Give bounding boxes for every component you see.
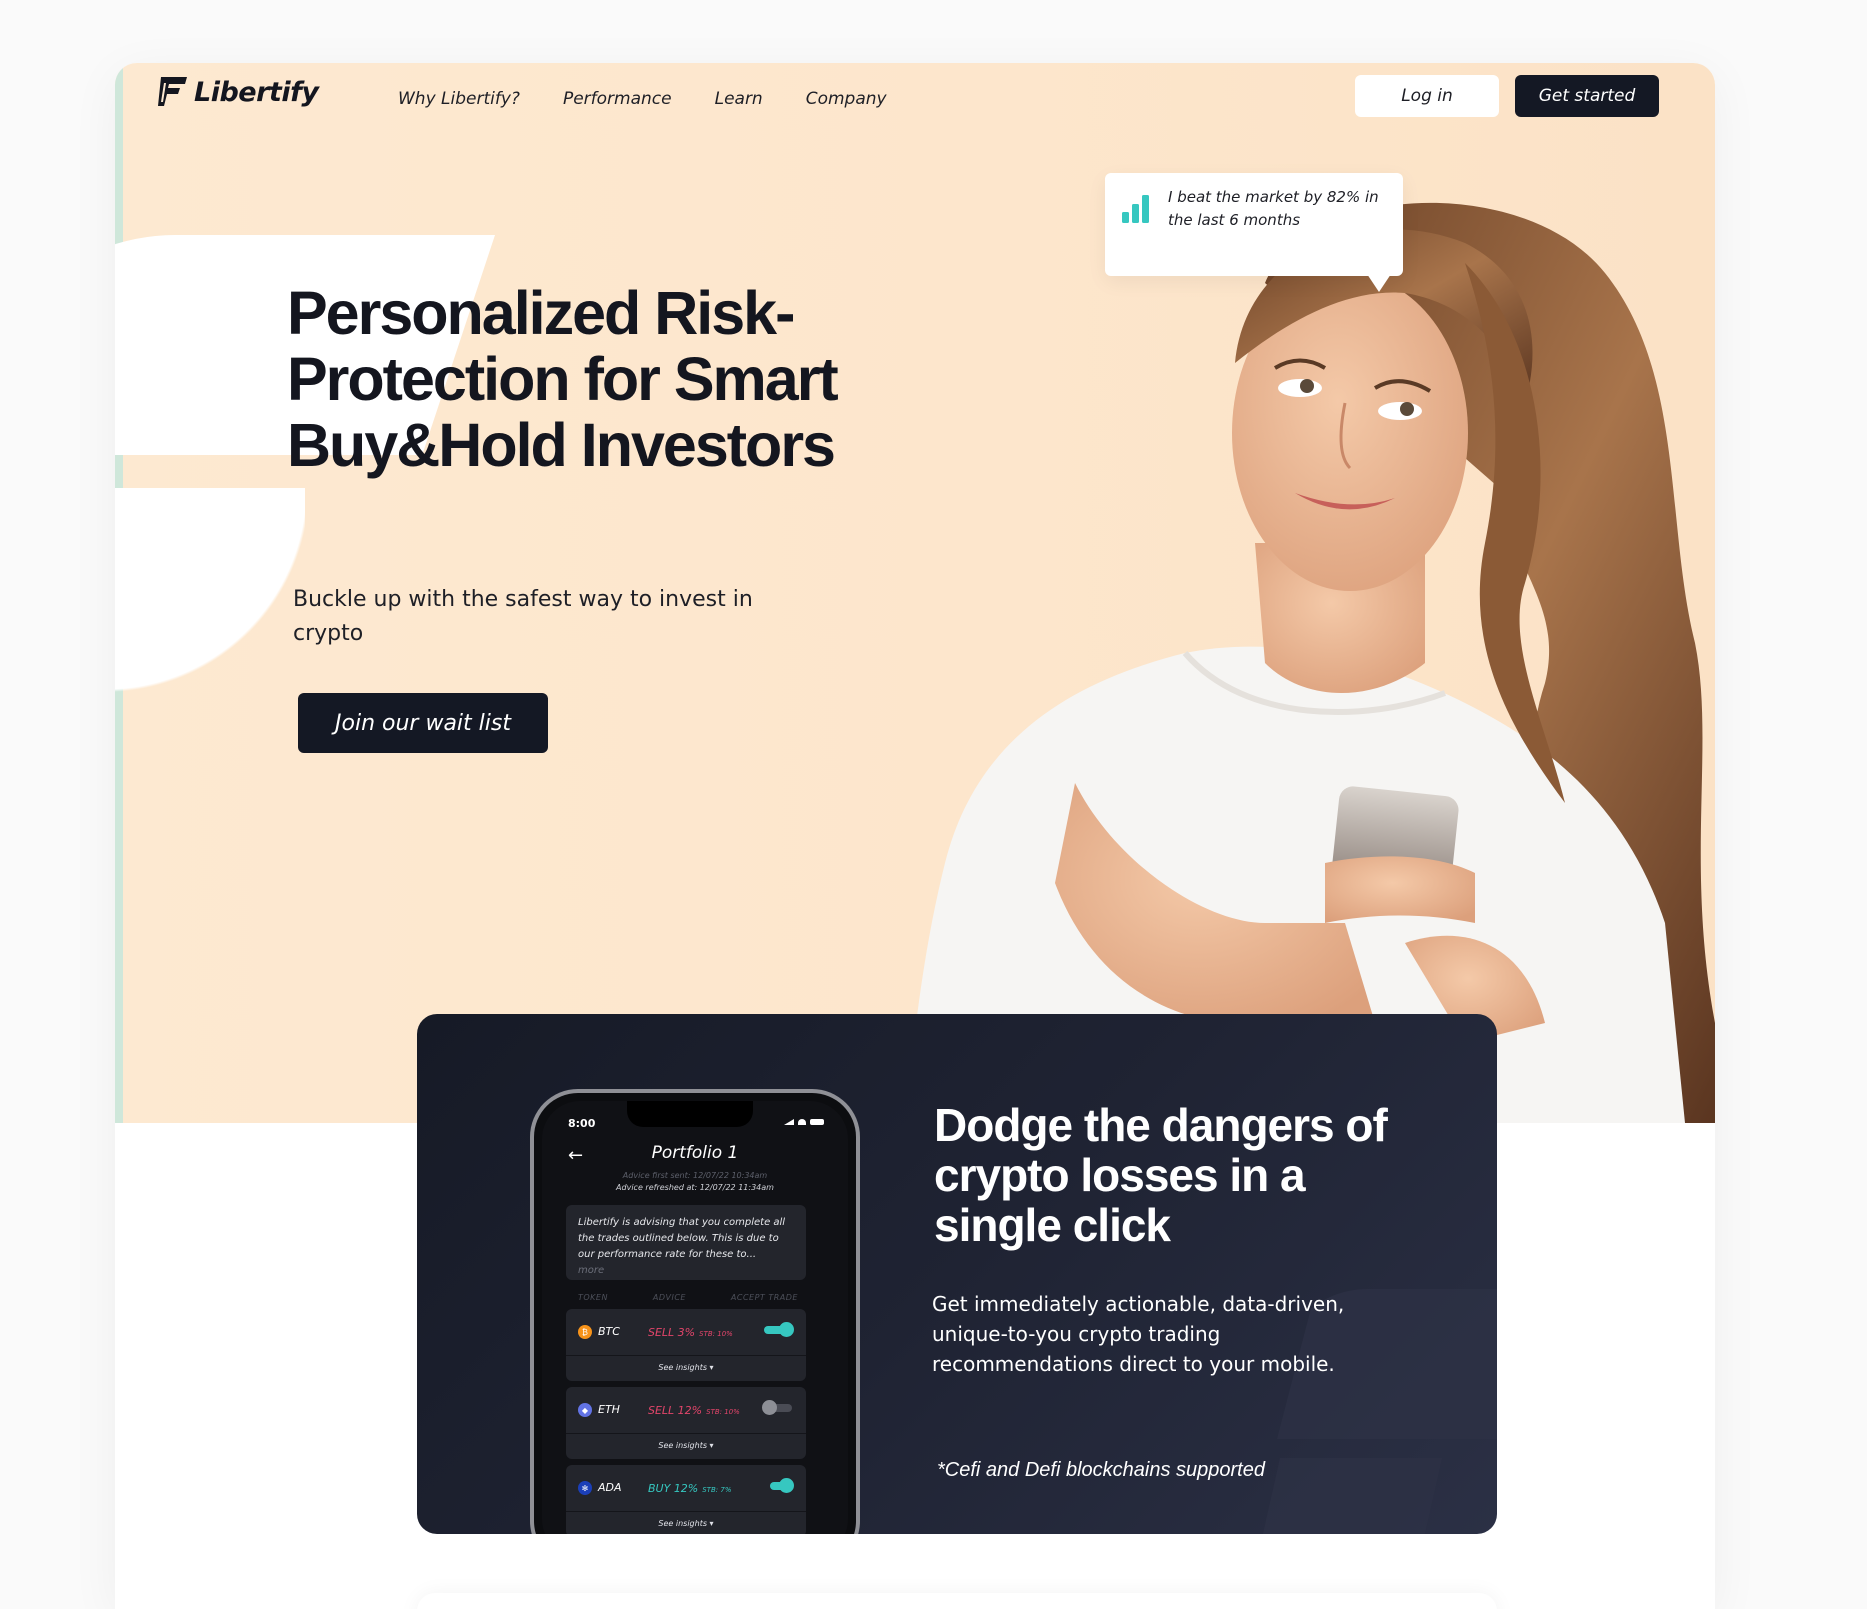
advice-text: Libertify is advising that you complete … xyxy=(578,1217,786,1260)
nav-performance[interactable]: Performance xyxy=(563,89,672,109)
trade-row-btc: ₿ BTC SELL 3% STB: 10% See insights ▾ xyxy=(566,1309,806,1381)
join-waitlist-button[interactable]: Join our wait list xyxy=(298,693,548,753)
page-frame: Libertify Why Libertify? Performance Lea… xyxy=(115,63,1715,1609)
btc-coin-icon: ₿ xyxy=(578,1325,592,1339)
advice-box: Libertify is advising that you complete … xyxy=(566,1205,806,1280)
trade-advice: BUY 12% STB: 7% xyxy=(648,1482,731,1495)
see-insights-link[interactable]: See insights ▾ xyxy=(566,1441,806,1450)
testimonial-bubble: I beat the market by 82% in the last 6 m… xyxy=(1105,173,1403,292)
ada-coin-icon: ✻ xyxy=(578,1481,592,1495)
libertify-logo-icon xyxy=(158,75,188,109)
hero-woman-image xyxy=(905,202,1715,1123)
col-accept: ACCEPT TRADE xyxy=(730,1293,798,1302)
feature-title: Dodge the dangers of crypto losses in a … xyxy=(934,1099,1388,1251)
main-nav: Why Libertify? Performance Learn Company xyxy=(398,89,887,109)
libertify-logo[interactable]: Libertify xyxy=(158,75,319,109)
hero-subtitle: Buckle up with the safest way to invest … xyxy=(293,587,753,646)
bar-chart-icon xyxy=(1122,195,1149,223)
phone-notch xyxy=(627,1101,753,1127)
trade-advice-value: BUY 12% xyxy=(648,1482,699,1495)
advice-sent-meta: Advice first sent: 12/07/22 10:34am xyxy=(622,1171,768,1180)
signal-icon xyxy=(784,1119,794,1125)
advice-refreshed-meta: Advice refreshed at: 12/07/22 11:34am xyxy=(616,1183,774,1192)
next-section-card xyxy=(417,1593,1497,1609)
phone-mockup: 8:00 ← Portfolio 1 Advice first sent: 12… xyxy=(530,1089,860,1534)
trade-advice-value: SELL 12% xyxy=(648,1404,703,1417)
testimonial-text: I beat the market by 82% in the last 6 m… xyxy=(1168,188,1379,229)
hero-section: Libertify Why Libertify? Performance Lea… xyxy=(115,63,1715,1123)
feature-subtitle: Get immediately actionable, data-driven,… xyxy=(932,1292,1345,1376)
see-insights-link[interactable]: See insights ▾ xyxy=(566,1519,806,1528)
nav-why-libertify[interactable]: Why Libertify? xyxy=(398,89,520,109)
see-insights-link[interactable]: See insights ▾ xyxy=(566,1363,806,1372)
phone-screen: 8:00 ← Portfolio 1 Advice first sent: 12… xyxy=(542,1101,848,1534)
trade-token: ADA xyxy=(598,1481,622,1494)
phone-status-icons xyxy=(784,1119,824,1125)
col-token: TOKEN xyxy=(578,1293,608,1302)
nav-company[interactable]: Company xyxy=(806,89,887,109)
trade-token: ETH xyxy=(598,1403,620,1416)
login-button[interactable]: Log in xyxy=(1355,75,1499,117)
portfolio-title: Portfolio 1 xyxy=(651,1143,739,1163)
trade-columns-header: TOKEN ADVICE ACCEPT TRADE xyxy=(578,1293,798,1302)
trade-advice-value: SELL 3% xyxy=(648,1326,696,1339)
phone-status-time: 8:00 xyxy=(568,1117,596,1130)
trade-stb: STB: 10% xyxy=(699,1330,733,1338)
feature-note: *Cefi and Defi blockchains supported xyxy=(937,1459,1265,1481)
trade-row-ada: ✻ ADA BUY 12% STB: 7% See insights ▾ xyxy=(566,1465,806,1534)
feature-card: 8:00 ← Portfolio 1 Advice first sent: 12… xyxy=(417,1014,1497,1534)
accept-trade-toggle[interactable] xyxy=(764,1322,794,1337)
trade-advice: SELL 12% STB: 10% xyxy=(648,1404,740,1417)
trade-token: BTC xyxy=(598,1325,620,1338)
wifi-icon xyxy=(798,1119,806,1125)
hero-decor-shape-bottom xyxy=(115,488,305,706)
trade-advice: SELL 3% STB: 10% xyxy=(648,1326,733,1339)
accept-trade-toggle[interactable] xyxy=(770,1478,794,1493)
get-started-button[interactable]: Get started xyxy=(1515,75,1659,117)
hero-title: Personalized Risk-Protection for Smart B… xyxy=(287,279,839,479)
trade-stb: STB: 10% xyxy=(706,1408,740,1416)
col-advice: ADVICE xyxy=(652,1293,686,1302)
trade-stb: STB: 7% xyxy=(702,1486,732,1494)
eth-coin-icon: ◆ xyxy=(578,1403,592,1417)
accept-trade-toggle[interactable] xyxy=(762,1400,792,1415)
battery-icon xyxy=(810,1119,824,1125)
trade-row-eth: ◆ ETH SELL 12% STB: 10% See insights ▾ xyxy=(566,1387,806,1459)
feature-decor-shape-bottom xyxy=(1262,1458,1442,1534)
logo-text: Libertify xyxy=(194,76,319,108)
nav-learn[interactable]: Learn xyxy=(715,89,763,109)
advice-more-link[interactable]: more xyxy=(578,1265,604,1276)
